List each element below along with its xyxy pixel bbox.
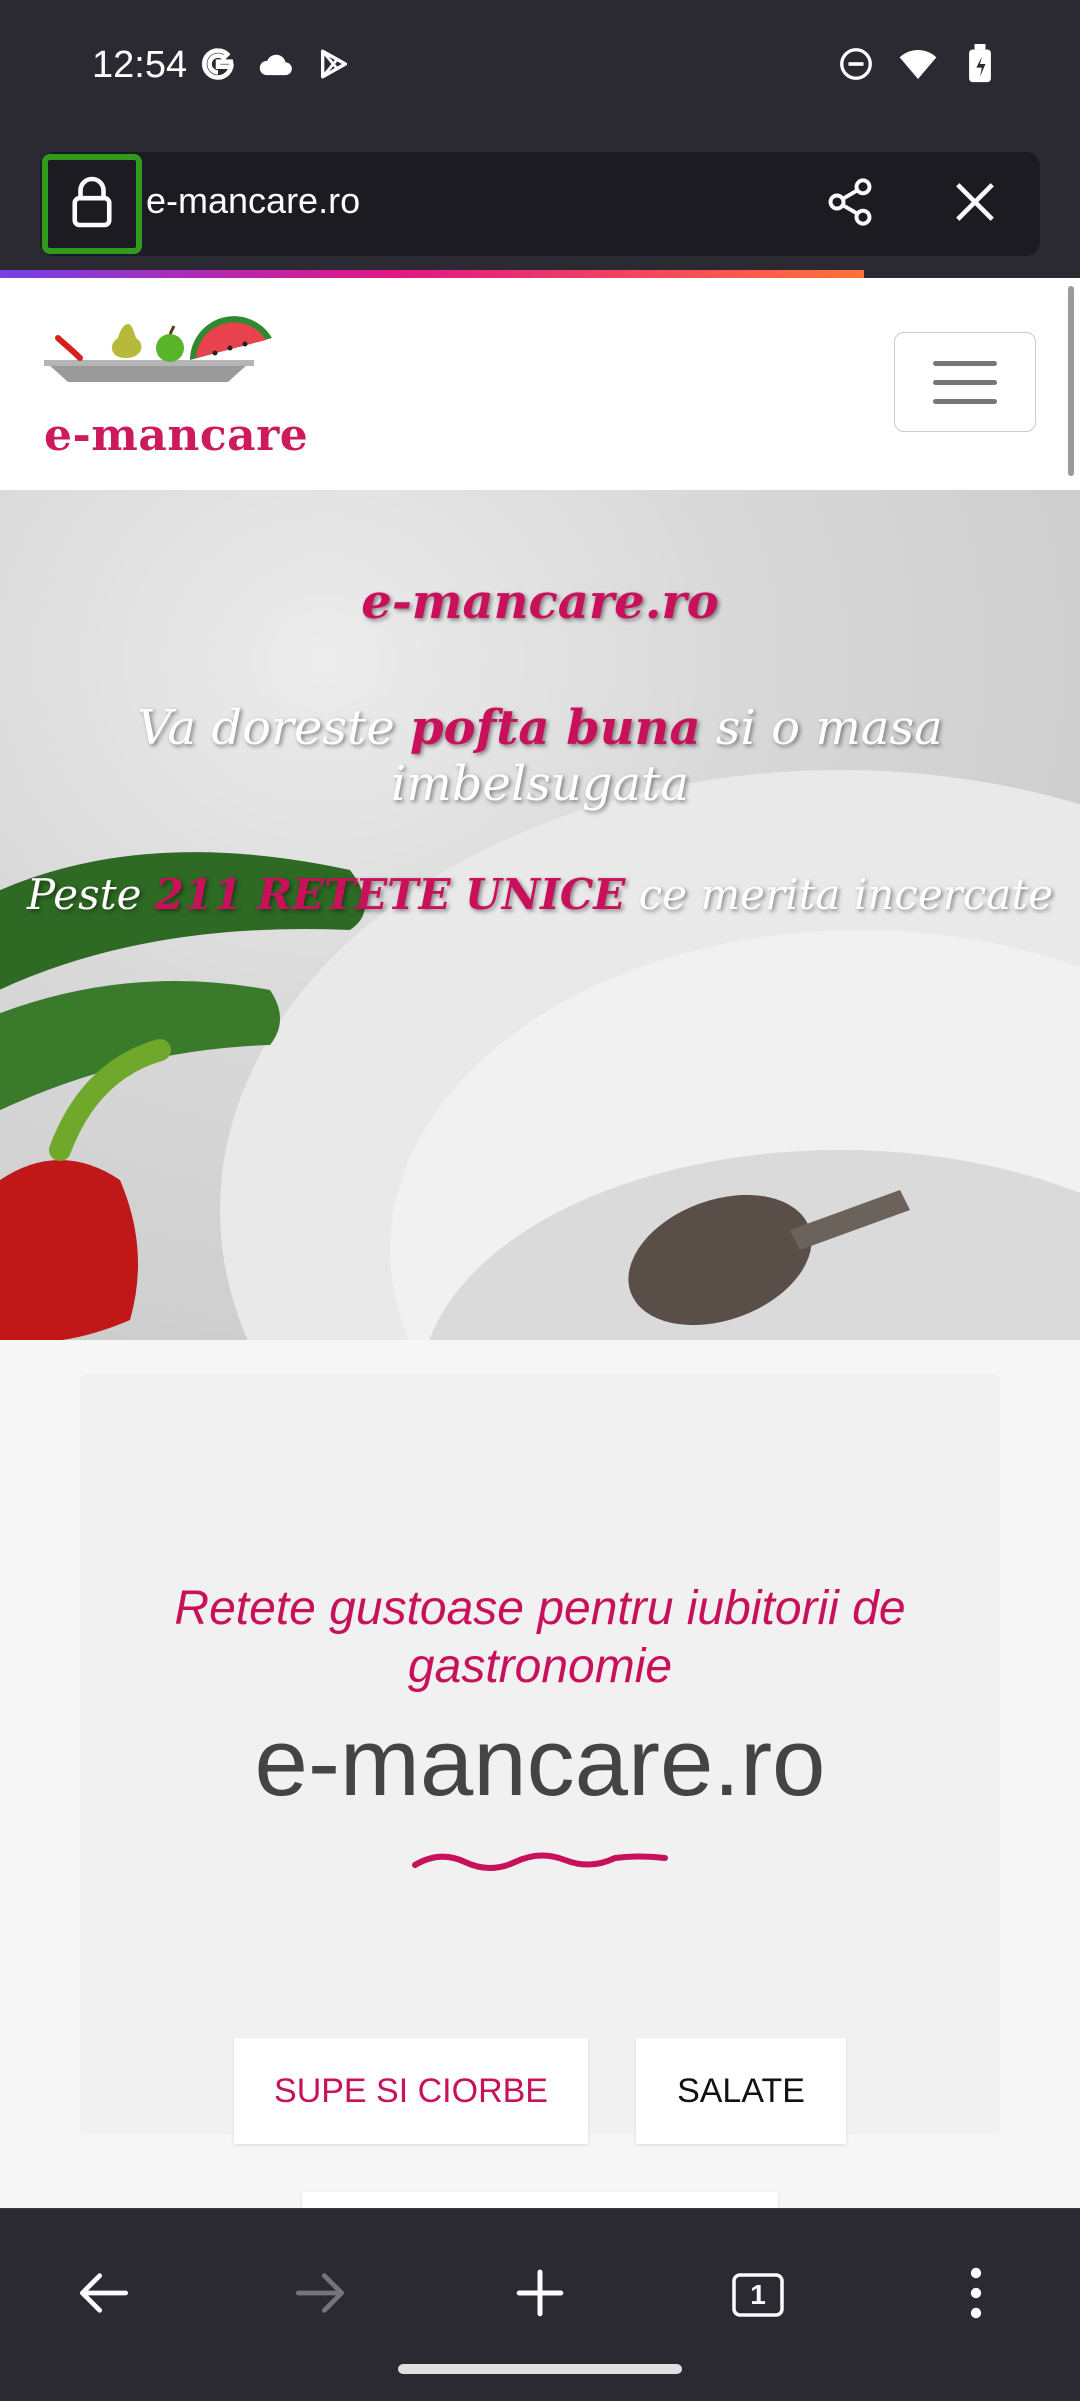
cloud-icon xyxy=(256,44,296,84)
share-button[interactable] xyxy=(820,174,880,234)
hero-line-2-highlight: 211 RETETE UNICE xyxy=(154,870,626,919)
close-icon xyxy=(952,179,998,229)
status-time: 12:54 xyxy=(92,44,188,86)
hero-title: e-mancare.ro xyxy=(361,574,719,630)
more-vert-icon xyxy=(968,2267,984,2323)
home-gesture-indicator[interactable] xyxy=(398,2364,682,2374)
hero-line-2-part-a: Peste xyxy=(26,870,155,919)
plus-icon xyxy=(515,2268,565,2322)
back-arrow-icon xyxy=(78,2271,130,2319)
battery-icon xyxy=(960,44,1000,84)
play-store-icon xyxy=(314,44,354,84)
scrollbar-thumb[interactable] xyxy=(1068,286,1074,476)
page-load-progress xyxy=(0,270,1080,278)
page-load-progress-fill xyxy=(0,270,864,278)
site-logo[interactable]: e-mancare xyxy=(40,308,310,468)
new-tab-button[interactable] xyxy=(490,2259,590,2331)
intro-tagline: Retete gustoase pentru iubitorii de gast… xyxy=(0,1580,1080,1696)
tabs-icon: 1 xyxy=(732,2273,784,2317)
category-button-salate[interactable]: SALATE xyxy=(636,2038,846,2144)
status-right-icons xyxy=(836,44,1000,84)
decorative-squiggle xyxy=(412,1852,668,1871)
status-left-icons xyxy=(198,44,354,84)
forward-button[interactable] xyxy=(270,2259,370,2331)
url-text[interactable]: e-mancare.ro xyxy=(146,180,360,222)
site-security-button[interactable] xyxy=(42,154,142,254)
hero-line-1: Va doreste pofta buna si o masa imbelsug… xyxy=(0,700,1080,812)
close-button[interactable] xyxy=(945,174,1005,234)
forward-arrow-icon xyxy=(294,2271,346,2319)
intro-section: Retete gustoase pentru iubitorii de gast… xyxy=(0,1340,1080,2208)
hero-line-2: Peste 211 RETETE UNICE ce merita incerca… xyxy=(0,870,1080,919)
category-button-partial[interactable] xyxy=(302,2192,778,2208)
intro-tagline-text: Retete gustoase pentru iubitorii de gast… xyxy=(174,1582,906,1693)
url-bar[interactable]: e-mancare.ro xyxy=(40,152,1040,256)
hamburger-line xyxy=(933,398,997,404)
tabs-count: 1 xyxy=(750,2279,766,2310)
do-not-disturb-icon xyxy=(836,44,876,84)
back-button[interactable] xyxy=(54,2259,154,2331)
tabs-counter-button[interactable]: 1 xyxy=(708,2259,808,2331)
hamburger-line xyxy=(933,379,997,385)
share-icon xyxy=(824,176,876,232)
intro-title: e-mancare.ro xyxy=(254,1709,826,1816)
category-button-supe-si-ciorbe[interactable]: SUPE SI CIORBE xyxy=(234,2038,588,2144)
web-page[interactable]: e-mancare e-mancare.ro Va doreste pofta … xyxy=(0,278,1080,2208)
status-bar: 12:54 xyxy=(0,0,1080,140)
logo-food-illustration xyxy=(44,316,272,382)
hero-line-1-part-a: Va doreste xyxy=(137,700,410,756)
hero-banner: e-mancare.ro Va doreste pofta buna si o … xyxy=(0,490,1080,1340)
wifi-icon xyxy=(898,44,938,84)
google-icon xyxy=(198,44,238,84)
hamburger-line xyxy=(933,360,997,366)
more-menu-button[interactable] xyxy=(926,2259,1026,2331)
site-header: e-mancare xyxy=(0,278,1080,490)
logo-text: e-mancare xyxy=(44,410,309,461)
hamburger-menu-button[interactable] xyxy=(894,332,1036,432)
hero-line-2-part-c: ce merita incercate xyxy=(625,870,1054,919)
hero-line-1-highlight: pofta buna xyxy=(409,700,701,756)
lock-icon xyxy=(69,175,115,233)
